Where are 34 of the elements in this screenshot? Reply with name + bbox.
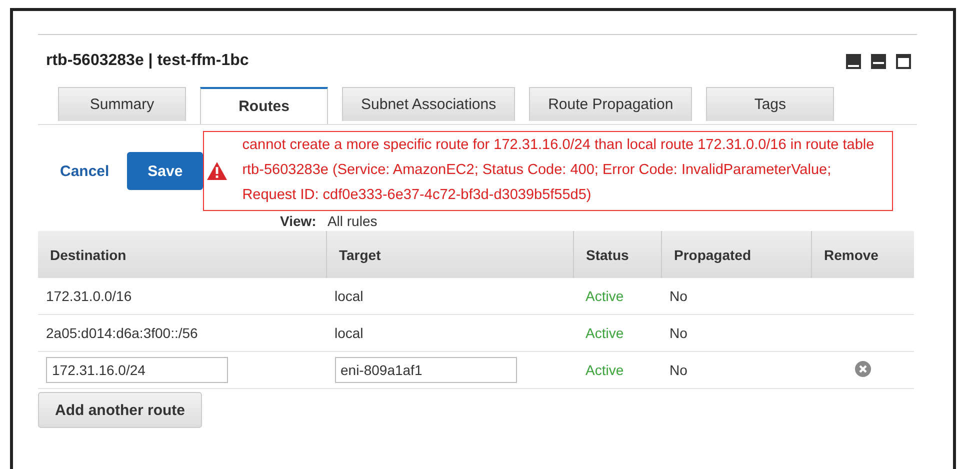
column-header: Status — [574, 231, 662, 278]
tab[interactable]: Subnet Associations — [342, 87, 516, 121]
status-cell: Active — [574, 314, 662, 352]
tab[interactable]: Route Propagation — [529, 87, 692, 121]
error-message: cannot create a more specific route for 172.31.16.0/24 than local route 172.31.0.0/16 in route table rtb-5603283e (Service: AmazonEC2; Status Code: 400; Error Code: InvalidParameterValue; Request ID: cdf0e333-6e37-4c72-bf3d-d3039b5f55d5) — [203, 131, 894, 211]
save-button[interactable]: Save — [127, 152, 204, 190]
table-cell: 172.31.0.0/16 — [38, 278, 326, 314]
column-header: Target — [326, 231, 574, 278]
warning-icon — [207, 162, 228, 180]
table-cell: local — [326, 314, 574, 352]
status-cell: Active — [574, 278, 662, 314]
cancel-link[interactable]: Cancel — [60, 162, 110, 180]
view-value: All rules — [327, 213, 378, 229]
target-field[interactable]: eni-809a1af1 — [334, 357, 516, 383]
table-cell: No — [661, 314, 812, 352]
layout-icon[interactable] — [871, 54, 886, 68]
tab[interactable]: Routes — [200, 87, 328, 124]
add-route-button[interactable]: Add another route — [38, 392, 202, 428]
status-cell: Active — [574, 352, 662, 388]
table-cell: local — [326, 278, 574, 314]
tab[interactable]: Summary — [58, 87, 186, 121]
table-cell: 2a05:d014:d6a:3f00::/56 — [38, 314, 326, 352]
column-header: Propagated — [661, 231, 812, 278]
view-label: View: — [280, 213, 316, 229]
table-cell: No — [661, 352, 812, 388]
tab[interactable]: Tags — [706, 87, 834, 121]
layout-icon[interactable] — [896, 54, 911, 68]
column-header: Destination — [38, 231, 326, 278]
remove-icon[interactable] — [854, 360, 871, 376]
panel-title: rtb-5603283e | test-ffm-1bc — [46, 52, 249, 70]
destination-field[interactable]: 172.31.16.0/24 — [46, 357, 228, 383]
layout-icon[interactable] — [846, 54, 861, 68]
table-cell: No — [661, 278, 812, 314]
column-header: Remove — [811, 231, 914, 278]
